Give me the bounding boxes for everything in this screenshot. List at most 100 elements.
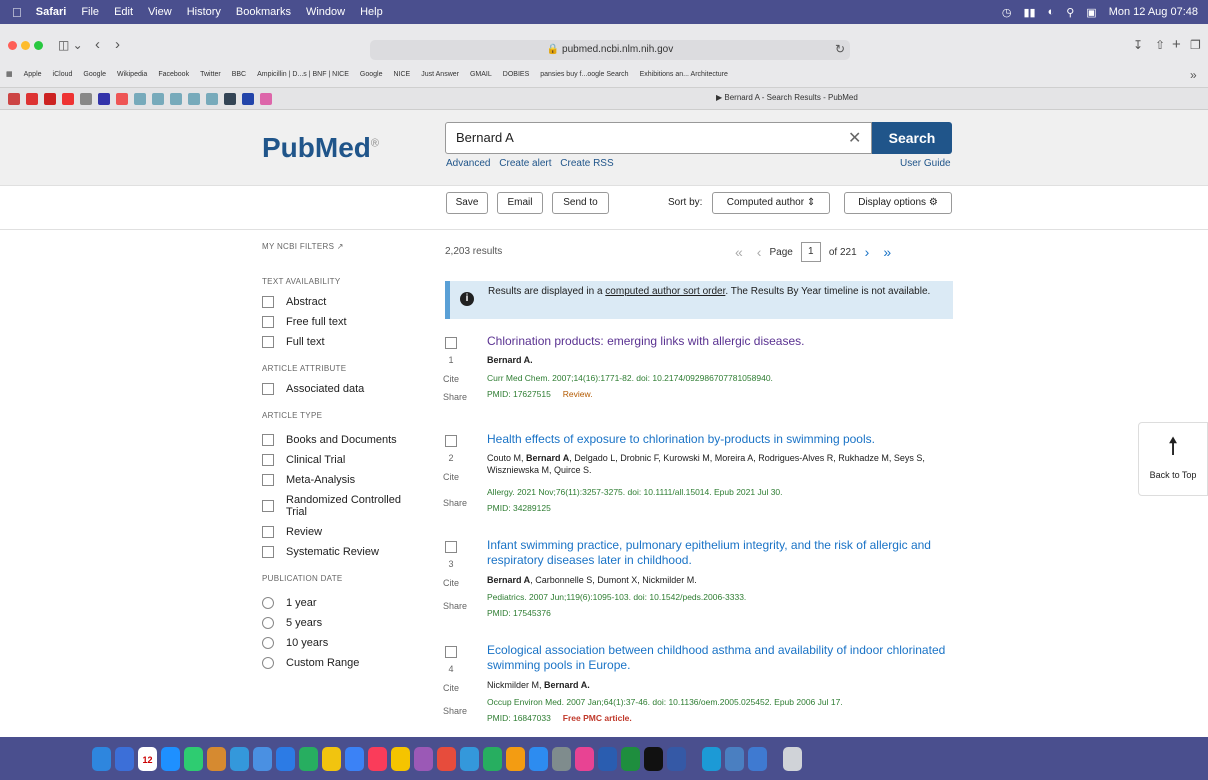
- checkbox[interactable]: [262, 383, 274, 395]
- pinned-tab-icon[interactable]: [80, 93, 92, 105]
- bookmark[interactable]: Twitter: [200, 71, 221, 78]
- trash-icon[interactable]: [783, 747, 802, 771]
- bookmark[interactable]: Exhibitions an... Architecture: [640, 71, 728, 78]
- filter-review[interactable]: Review: [262, 526, 422, 538]
- last-page-icon[interactable]: »: [883, 244, 891, 260]
- pinned-tab-icon[interactable]: [116, 93, 128, 105]
- app-icon[interactable]: [725, 747, 744, 771]
- checkbox[interactable]: [262, 434, 274, 446]
- result-checkbox[interactable]: [445, 646, 457, 658]
- filter-abstract[interactable]: Abstract: [262, 296, 422, 308]
- launchpad-icon[interactable]: [115, 747, 134, 771]
- messages-icon[interactable]: [184, 747, 203, 771]
- filter-meta-analysis[interactable]: Meta-Analysis: [262, 474, 422, 486]
- result-checkbox[interactable]: [445, 541, 457, 553]
- save-button[interactable]: Save: [446, 192, 488, 214]
- checkbox[interactable]: [262, 500, 274, 512]
- search-button[interactable]: Search: [872, 122, 952, 154]
- filter-full-text[interactable]: Full text: [262, 336, 422, 348]
- result-title[interactable]: Infant swimming practice, pulmonary epit…: [487, 538, 957, 568]
- apple-icon[interactable]: : [12, 5, 22, 20]
- music-icon[interactable]: [368, 747, 387, 771]
- reload-icon[interactable]: ↻: [835, 42, 845, 56]
- opera-icon[interactable]: [62, 93, 74, 105]
- notes-icon[interactable]: [391, 747, 410, 771]
- my-ncbi-filters[interactable]: MY NCBI FILTERS ↗: [262, 242, 422, 251]
- cite-button[interactable]: Cite: [443, 374, 459, 384]
- advanced-link[interactable]: Advanced: [446, 158, 490, 169]
- bookmark[interactable]: Ampicillin | D...s | BNF | NICE: [257, 71, 349, 78]
- pinned-tab-icon[interactable]: [188, 93, 200, 105]
- filter-10-years[interactable]: 10 years: [262, 637, 422, 649]
- safari-icon[interactable]: [161, 747, 180, 771]
- control-center-icon[interactable]: ◐: [1048, 6, 1055, 18]
- photos-icon[interactable]: [322, 747, 341, 771]
- bookmark[interactable]: NICE: [394, 71, 411, 78]
- filter-custom-range[interactable]: Custom Range: [262, 657, 422, 669]
- radio[interactable]: [262, 597, 274, 609]
- filter-systematic-review[interactable]: Systematic Review: [262, 546, 422, 558]
- checkbox[interactable]: [262, 454, 274, 466]
- pubmed-logo[interactable]: PubMed®: [262, 132, 379, 164]
- page-number-input[interactable]: 1: [800, 242, 821, 262]
- filter-free-full-text[interactable]: Free full text: [262, 316, 422, 328]
- bookmark[interactable]: pansies buy f...oogle Search: [540, 71, 628, 78]
- radio[interactable]: [262, 637, 274, 649]
- app-icon[interactable]: [253, 747, 272, 771]
- pinned-tab-icon[interactable]: [242, 93, 254, 105]
- filter-clinical-trial[interactable]: Clinical Trial: [262, 454, 422, 466]
- checkbox[interactable]: [262, 316, 274, 328]
- pinned-tab-icon[interactable]: [170, 93, 182, 105]
- zoom-window-icon[interactable]: [34, 41, 43, 50]
- active-tab[interactable]: ▶ Bernard A - Search Results - PubMed: [716, 93, 858, 102]
- search-input[interactable]: Bernard A: [445, 122, 872, 154]
- app-icon[interactable]: [345, 747, 364, 771]
- checkbox[interactable]: [262, 546, 274, 558]
- free-pmc-badge[interactable]: Free PMC article.: [563, 713, 632, 723]
- radio[interactable]: [262, 657, 274, 669]
- contacts-icon[interactable]: [207, 747, 226, 771]
- result-title[interactable]: Ecological association between childhood…: [487, 643, 957, 673]
- pinned-tab-icon[interactable]: [8, 93, 20, 105]
- clock-icon[interactable]: ◷: [1002, 6, 1012, 19]
- cite-button[interactable]: Cite: [443, 578, 459, 588]
- address-bar[interactable]: 🔒 pubmed.ncbi.nlm.nih.gov: [370, 40, 850, 60]
- pinned-tab-icon[interactable]: [224, 93, 236, 105]
- pinned-tab-icon[interactable]: [206, 93, 218, 105]
- filter-books-documents[interactable]: Books and Documents: [262, 434, 422, 446]
- share-button[interactable]: Share: [443, 706, 467, 716]
- more-bookmarks-icon[interactable]: »: [1190, 68, 1197, 82]
- sidebar-toggle-icon[interactable]: ◫ ⌄: [58, 38, 83, 52]
- menu-edit[interactable]: Edit: [114, 6, 133, 18]
- menu-bookmarks[interactable]: Bookmarks: [236, 6, 291, 18]
- bookmark[interactable]: iCloud: [53, 71, 73, 78]
- cite-button[interactable]: Cite: [443, 472, 459, 482]
- app-icon[interactable]: [644, 747, 663, 771]
- email-button[interactable]: Email: [497, 192, 543, 214]
- bookmark[interactable]: BBC: [232, 71, 246, 78]
- pinned-tab-icon[interactable]: [98, 93, 110, 105]
- close-window-icon[interactable]: [8, 41, 17, 50]
- next-page-icon[interactable]: ›: [865, 244, 870, 260]
- apps-grid-icon[interactable]: ▦: [6, 70, 13, 78]
- prev-page-icon[interactable]: ‹: [757, 244, 762, 260]
- checkbox[interactable]: [262, 526, 274, 538]
- pages-icon[interactable]: [506, 747, 525, 771]
- app-icon[interactable]: [575, 747, 594, 771]
- bookmark[interactable]: Facebook: [158, 71, 189, 78]
- create-rss-link[interactable]: Create RSS: [560, 158, 613, 169]
- menu-app-name[interactable]: Safari: [36, 6, 67, 18]
- share-icon[interactable]: ⇧: [1155, 38, 1165, 52]
- checkbox[interactable]: [262, 474, 274, 486]
- forward-icon[interactable]: ›: [115, 36, 120, 53]
- display-options-button[interactable]: Display options ⚙: [844, 192, 952, 214]
- menu-history[interactable]: History: [187, 6, 221, 18]
- result-title[interactable]: Chlorination products: emerging links wi…: [487, 334, 957, 349]
- menu-window[interactable]: Window: [306, 6, 345, 18]
- user-guide-link[interactable]: User Guide: [900, 158, 951, 169]
- filter-5-years[interactable]: 5 years: [262, 617, 422, 629]
- settings-icon[interactable]: [552, 747, 571, 771]
- menu-view[interactable]: View: [148, 6, 172, 18]
- bookmark[interactable]: DOBIES: [503, 71, 529, 78]
- new-tab-icon[interactable]: +: [1172, 36, 1181, 53]
